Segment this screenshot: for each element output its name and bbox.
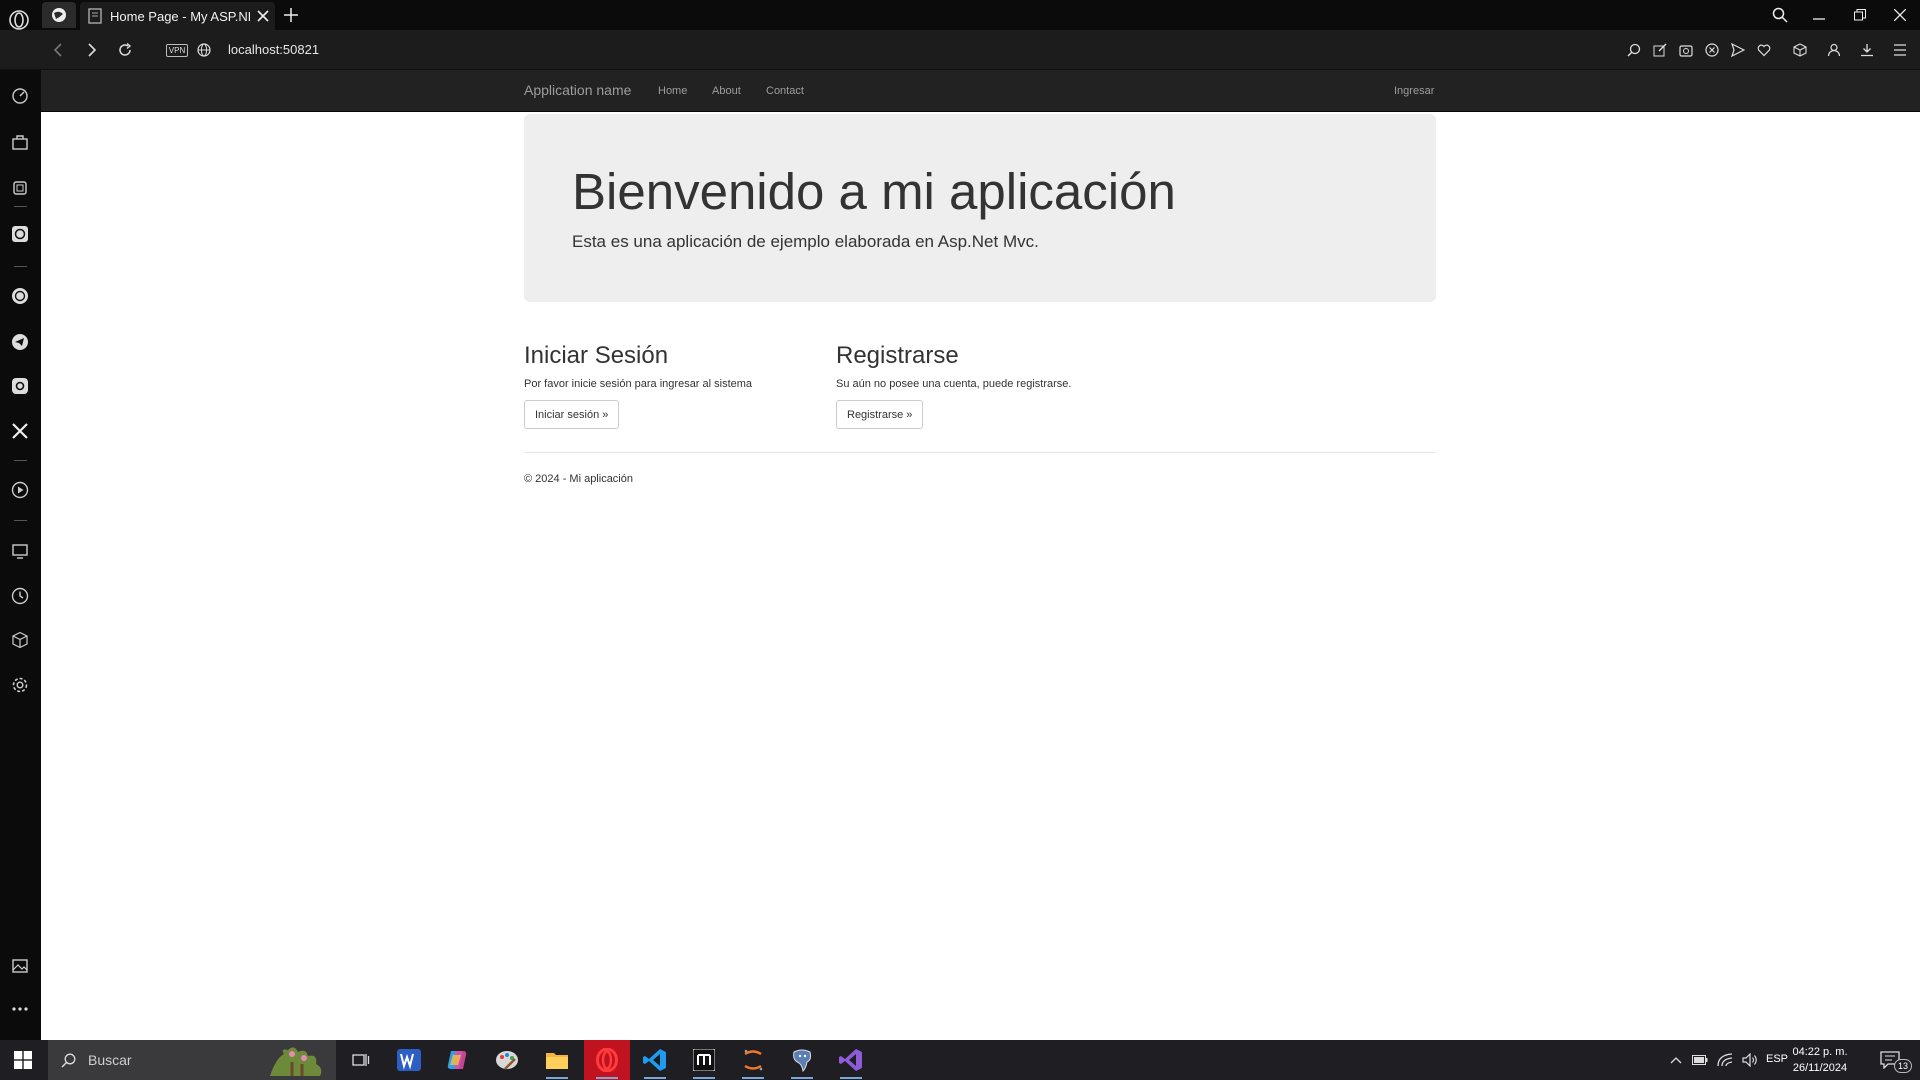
shopping-bag-icon[interactable] (8, 130, 32, 154)
adblock-icon[interactable] (1702, 40, 1722, 60)
running-indicator (596, 1077, 618, 1079)
forward-icon[interactable] (82, 40, 102, 60)
running-indicator (840, 1077, 862, 1079)
site-navbar: Application name Home About Contact Ingr… (41, 70, 1920, 112)
settings-gear-icon[interactable] (8, 673, 32, 697)
globe-icon (52, 8, 66, 22)
login-text: Por favor inicie sesión para ingresar al… (524, 378, 753, 390)
account-icon[interactable] (1824, 40, 1844, 60)
taskbar-search-box[interactable]: Buscar (48, 1040, 336, 1080)
running-indicator (644, 1077, 666, 1079)
telegram-icon[interactable] (8, 330, 32, 354)
new-tab-icon[interactable] (280, 4, 302, 26)
pinned-tab[interactable] (42, 2, 76, 28)
running-indicator (546, 1077, 568, 1079)
url-field[interactable]: localhost:50821 (228, 42, 319, 57)
whatsapp-icon[interactable] (8, 284, 32, 308)
player-icon[interactable] (8, 478, 32, 502)
opera-app-icon[interactable] (584, 1040, 630, 1080)
x-twitter-icon[interactable] (8, 419, 32, 443)
address-bar: VPN localhost:50821 (0, 30, 1920, 70)
nav-contact-link[interactable]: Contact (766, 85, 804, 97)
hero-lead: Esta es una aplicación de ejemplo elabor… (572, 232, 1039, 251)
volume-icon[interactable] (1738, 1040, 1762, 1080)
reload-icon[interactable] (115, 40, 135, 60)
wallpaper-icon[interactable] (8, 954, 32, 978)
clock-time: 04:22 p. m. (1792, 1046, 1848, 1058)
download-icon[interactable] (1857, 40, 1877, 60)
battery-icon[interactable] (1688, 1040, 1712, 1080)
language-indicator[interactable]: ESP (1766, 1053, 1788, 1065)
screen: Home Page - My ASP.NET / (0, 0, 1920, 1080)
back-icon[interactable] (48, 40, 68, 60)
brand-link[interactable]: Application name (524, 82, 631, 98)
visual-studio-app-icon[interactable] (828, 1040, 874, 1080)
hero-title: Bienvenido a mi aplicación (572, 163, 1176, 220)
browser-sidebar (0, 70, 41, 1040)
close-tab-icon[interactable] (254, 7, 272, 25)
nav-home-link[interactable]: Home (658, 85, 687, 97)
snapshot-icon[interactable] (1676, 40, 1696, 60)
notifications-icon[interactable]: 13 (1866, 1040, 1914, 1080)
paint-app-icon[interactable] (484, 1040, 530, 1080)
running-indicator (693, 1077, 715, 1079)
site-info-globe-icon[interactable] (194, 40, 214, 60)
edit-icon[interactable] (1650, 40, 1670, 60)
windows-taskbar: Buscar ESP 04:22 p. m. 26/11/2024 13 (0, 1040, 1920, 1080)
ai-chip-icon[interactable] (8, 176, 32, 200)
search-highlight-image (262, 1044, 328, 1076)
instagram-icon[interactable] (8, 374, 32, 398)
jumbotron: Bienvenido a mi aplicación Esta es una a… (524, 114, 1436, 302)
footer-text: © 2024 - Mi aplicación (524, 473, 633, 485)
nav-about-link[interactable]: About (712, 85, 741, 97)
more-options-icon[interactable] (8, 997, 32, 1021)
pinboards-icon[interactable] (8, 539, 32, 563)
login-nav-link[interactable]: Ingresar (1394, 85, 1434, 97)
notification-count-badge: 13 (1894, 1059, 1912, 1073)
vpn-badge[interactable]: VPN (164, 40, 190, 60)
register-button[interactable]: Registrarse » (836, 400, 924, 429)
vscode-app-icon[interactable] (632, 1040, 678, 1080)
tray-overflow-chevron-icon[interactable] (1664, 1040, 1688, 1080)
heart-icon[interactable] (1754, 40, 1774, 60)
tab-title: Home Page - My ASP.NET / (110, 8, 250, 24)
register-heading: Registrarse (836, 342, 959, 369)
start-windows-icon[interactable] (0, 1040, 46, 1080)
speed-dial-icon[interactable] (8, 84, 32, 108)
running-indicator (791, 1077, 813, 1079)
search-icon (60, 1052, 76, 1068)
extensions-icon[interactable] (8, 628, 32, 652)
file-explorer-icon[interactable] (534, 1040, 580, 1080)
tab-search-icon[interactable] (1760, 0, 1800, 30)
task-view-icon[interactable] (338, 1040, 384, 1080)
web-page: Application name Home About Contact Ingr… (41, 70, 1920, 1040)
minimize-icon[interactable] (1799, 0, 1839, 30)
login-button[interactable]: Iniciar sesión » (524, 400, 620, 429)
register-text: Su aún no posee una cuenta, puede regist… (836, 378, 1072, 390)
copilot-app-icon[interactable] (434, 1040, 480, 1080)
easy-setup-menu-icon[interactable] (1890, 40, 1910, 60)
clock[interactable]: 04:22 p. m. 26/11/2024 (1788, 1044, 1852, 1076)
jupyter-app-icon[interactable] (730, 1040, 776, 1080)
search-in-page-icon[interactable] (1624, 40, 1644, 60)
page-icon (88, 8, 102, 24)
search-placeholder: Buscar (88, 1052, 132, 1068)
history-icon[interactable] (8, 584, 32, 608)
clock-date: 26/11/2024 (1792, 1062, 1848, 1074)
chatgpt-icon[interactable] (8, 222, 32, 246)
active-tab[interactable]: Home Page - My ASP.NET / (80, 2, 275, 30)
running-indicator (742, 1077, 764, 1079)
terminal-app-icon[interactable] (681, 1040, 727, 1080)
browser-tab-bar: Home Page - My ASP.NET / (0, 0, 1920, 30)
close-window-icon[interactable] (1880, 0, 1920, 30)
network-icon[interactable] (1713, 1040, 1737, 1080)
login-heading: Iniciar Sesión (524, 342, 669, 369)
restore-icon[interactable] (1840, 0, 1880, 30)
extensions-cube-icon[interactable] (1790, 40, 1810, 60)
footer-divider (524, 452, 1436, 453)
send-icon[interactable] (1728, 40, 1748, 60)
postgresql-app-icon[interactable] (779, 1040, 825, 1080)
word-app-icon[interactable] (386, 1040, 432, 1080)
